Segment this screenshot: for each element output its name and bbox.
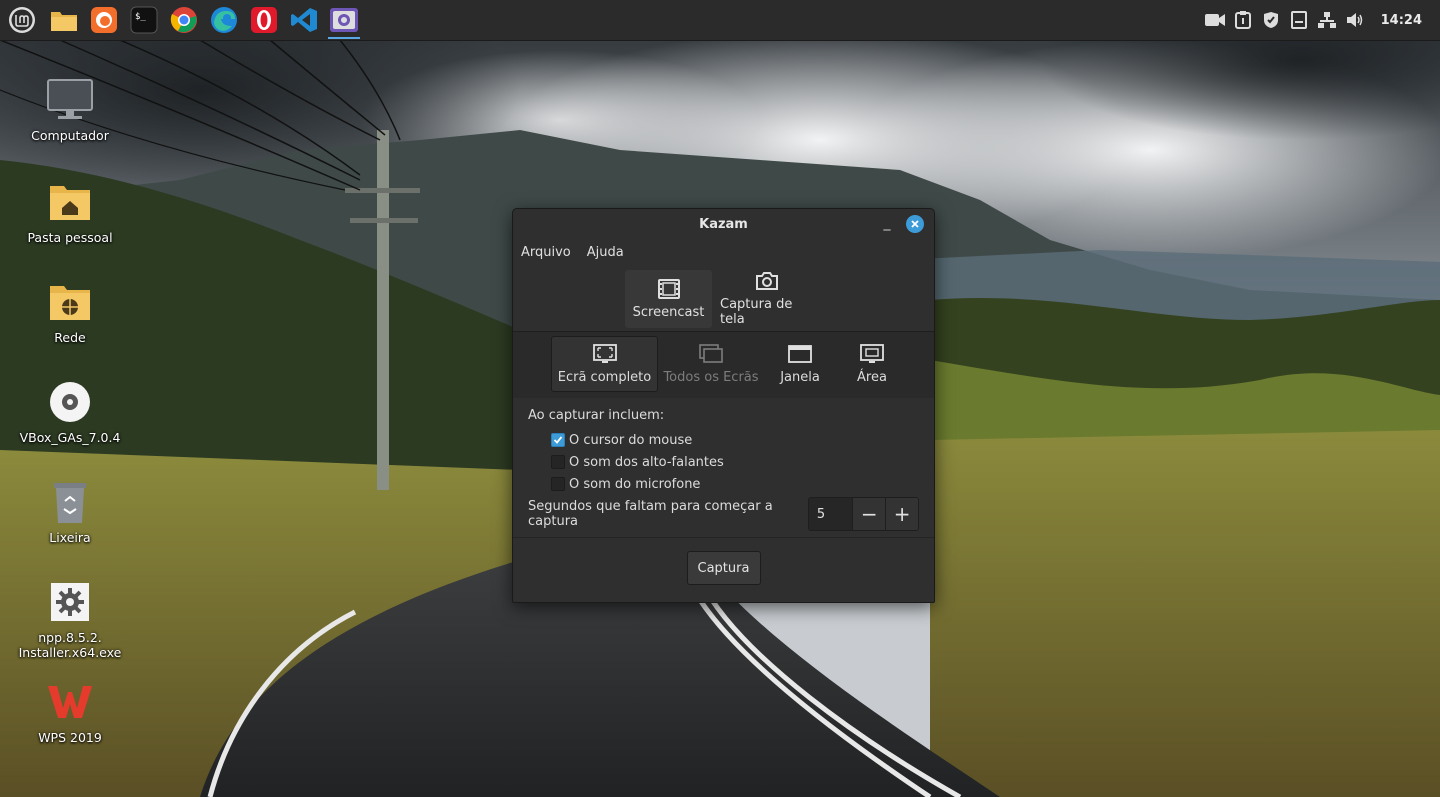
window-titlebar[interactable]: Kazam _ [513, 209, 934, 239]
mouse-cursor-label: O cursor do mouse [569, 432, 693, 448]
window-footer: Captura [513, 538, 934, 585]
delay-row: Segundos que faltam para começar a captu… [528, 497, 919, 531]
area-source-button[interactable]: Área [836, 336, 908, 392]
capture-source-selector: Ecrã completo Todos os Ecrãs Janela Área [513, 332, 934, 398]
close-icon [911, 220, 919, 228]
mode-switcher: Screencast Captura de tela [513, 270, 934, 328]
desktop-icon-npp[interactable]: npp.8.5.2. Installer.x64.exe [10, 578, 130, 660]
network-icon[interactable] [1317, 10, 1337, 30]
firefox-icon [91, 7, 117, 33]
camera-icon [756, 272, 778, 290]
fullscreen-source-button[interactable]: Ecrã completo [551, 336, 658, 392]
film-icon [657, 278, 680, 299]
area-source-label: Área [857, 369, 887, 385]
desktop-icon-wps[interactable]: WPS 2019 [10, 678, 130, 745]
options-heading: Ao capturar incluem: [528, 408, 665, 423]
menu-arquivo[interactable]: Arquivo [521, 245, 571, 260]
check-icon [553, 436, 563, 444]
svg-text:$_: $_ [135, 12, 146, 22]
capture-options: Ao capturar incluem: O cursor do mouse O… [513, 398, 934, 531]
fullscreen-icon [592, 343, 617, 363]
files-launcher[interactable] [44, 0, 84, 41]
desktop-icon-label: Lixeira [49, 530, 91, 545]
network-folder-icon [46, 278, 94, 326]
notes-icon[interactable] [1289, 10, 1309, 30]
delay-increase-button[interactable]: + [885, 498, 918, 530]
screencast-mode-button[interactable]: Screencast [625, 270, 712, 328]
edge-icon [211, 7, 237, 33]
desktop-icon-trash[interactable]: Lixeira [10, 478, 130, 545]
kazam-icon [330, 8, 358, 32]
gear-icon [46, 578, 94, 626]
delay-input[interactable]: 5 [808, 498, 853, 530]
fullscreen-source-label: Ecrã completo [557, 369, 652, 385]
desktop-icon-label: Rede [54, 330, 86, 345]
screencast-mode-label: Screencast [632, 304, 705, 320]
top-panel: $_ 14:24 [0, 0, 1440, 41]
desktop-icon-vbox[interactable]: VBox_GAs_7.0.4 [10, 378, 130, 445]
linux-mint-menu-icon[interactable] [0, 0, 44, 41]
shield-icon[interactable] [1261, 10, 1281, 30]
desktop-icon-label-line2: Installer.x64.exe [18, 645, 122, 660]
window-title: Kazam [699, 216, 748, 232]
close-button[interactable] [906, 215, 924, 233]
desktop-icon-home[interactable]: Pasta pessoal [10, 178, 130, 245]
kazam-window: Kazam _ Arquivo Ajuda Screencast Captura… [512, 208, 935, 603]
monitor-icon [46, 76, 94, 124]
desktop-icon-label: VBox_GAs_7.0.4 [19, 430, 121, 445]
volume-icon[interactable] [1345, 10, 1365, 30]
speakers-checkbox[interactable] [551, 455, 565, 469]
screenshot-mode-label: Captura de tela [720, 297, 793, 327]
mouse-cursor-checkbox[interactable] [551, 433, 565, 447]
microphone-option[interactable]: O som do microfone [551, 473, 919, 495]
speakers-label: O som dos alto-falantes [569, 454, 724, 470]
speakers-option[interactable]: O som dos alto-falantes [551, 451, 919, 473]
wps-icon [46, 678, 94, 726]
delay-label: Segundos que faltam para começar a captu… [528, 499, 773, 529]
window-icon [788, 344, 812, 363]
opera-icon [251, 7, 277, 33]
minimize-button[interactable]: _ [878, 215, 896, 233]
all-screens-source-button[interactable]: Todos os Ecrãs [658, 336, 764, 392]
folder-icon [51, 12, 77, 31]
vscode-launcher[interactable] [284, 0, 324, 41]
desktop-icon-label: Pasta pessoal [27, 230, 113, 245]
desktop-icon-computer[interactable]: Computador [10, 76, 130, 143]
screenshot-mode-button[interactable]: Captura de tela [712, 270, 822, 328]
multi-monitor-icon [699, 343, 723, 363]
trash-icon [46, 478, 94, 526]
microphone-checkbox[interactable] [551, 477, 565, 491]
window-source-label: Janela [780, 369, 820, 385]
chrome-launcher[interactable] [164, 0, 204, 41]
mouse-cursor-option[interactable]: O cursor do mouse [551, 429, 919, 451]
desktop-icon-label-line1: npp.8.5.2. [38, 630, 102, 645]
delay-spinbutton: 5 − + [807, 497, 919, 531]
home-folder-icon [46, 178, 94, 226]
all-screens-source-label: Todos os Ecrãs [663, 369, 759, 385]
firefox-launcher[interactable] [84, 0, 124, 41]
opera-launcher[interactable] [244, 0, 284, 41]
kazam-launcher[interactable] [324, 0, 364, 41]
capture-button[interactable]: Captura [686, 551, 761, 585]
desktop-icon-label: WPS 2019 [38, 730, 102, 745]
chrome-icon [170, 7, 197, 33]
video-recorder-icon[interactable] [1204, 10, 1225, 30]
delay-decrease-button[interactable]: − [852, 498, 886, 530]
window-source-button[interactable]: Janela [764, 336, 836, 392]
vscode-icon [291, 8, 317, 32]
clipboard-icon[interactable] [1233, 10, 1253, 30]
microphone-label: O som do microfone [569, 476, 701, 492]
area-select-icon [860, 343, 884, 363]
terminal-launcher[interactable]: $_ [124, 0, 164, 41]
menubar: Arquivo Ajuda [513, 239, 934, 265]
desktop-icon-label: npp.8.5.2. Installer.x64.exe [19, 630, 122, 660]
clock[interactable]: 14:24 [1381, 13, 1422, 28]
menu-ajuda[interactable]: Ajuda [587, 245, 624, 260]
disc-icon [46, 378, 94, 426]
desktop-icon-label: Computador [31, 128, 109, 143]
desktop-icon-network[interactable]: Rede [10, 278, 130, 345]
edge-launcher[interactable] [204, 0, 244, 41]
terminal-icon: $_ [130, 6, 158, 34]
